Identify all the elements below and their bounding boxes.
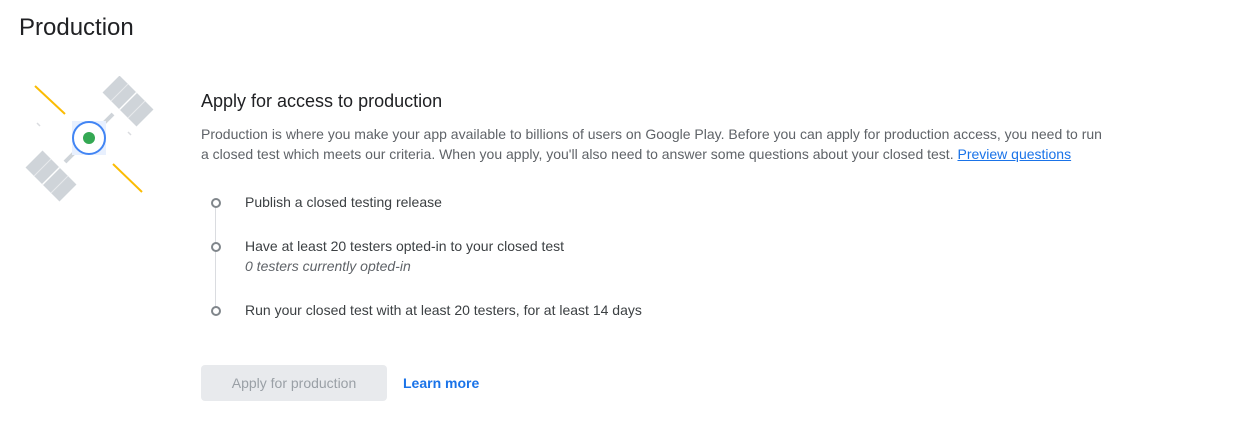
satellite-icon: [25, 75, 155, 202]
card-actions: Apply for production Learn more: [201, 365, 479, 401]
step-item: Publish a closed testing release: [201, 192, 1111, 236]
step-label: Run your closed test with at least 20 te…: [245, 302, 642, 318]
preview-questions-link[interactable]: Preview questions: [957, 146, 1071, 162]
step-label: Publish a closed testing release: [245, 194, 442, 210]
learn-more-link[interactable]: Learn more: [403, 375, 479, 391]
requirements-steps: Publish a closed testing release Have at…: [201, 192, 1111, 340]
step-circle-icon: [211, 306, 221, 316]
step-circle-icon: [211, 242, 221, 252]
step-label: Have at least 20 testers opted-in to you…: [245, 238, 565, 254]
step-item: Run your closed test with at least 20 te…: [201, 300, 1111, 340]
step-item: Have at least 20 testers opted-in to you…: [201, 236, 1111, 300]
production-access-card: Apply for access to production Productio…: [201, 90, 1111, 340]
page-title: Production: [19, 14, 134, 41]
step-detail: 0 testers currently opted-in: [245, 258, 411, 274]
step-circle-icon: [211, 198, 221, 208]
card-title: Apply for access to production: [201, 91, 443, 111]
apply-for-production-button[interactable]: Apply for production: [201, 365, 387, 401]
card-description: Production is where you make your app av…: [201, 124, 1111, 164]
